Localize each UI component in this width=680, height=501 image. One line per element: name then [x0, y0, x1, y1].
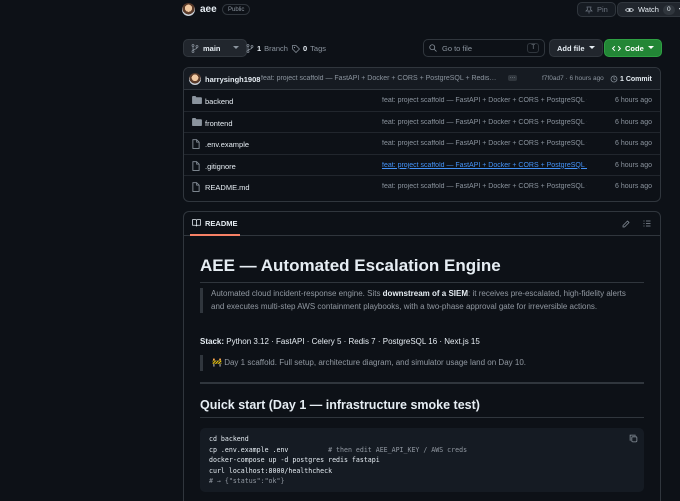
watch-label: Watch [638, 5, 659, 14]
code-line: # → {"status":"ok"} [209, 477, 285, 485]
branch-name: main [203, 43, 221, 53]
readme-blockquote: Automated cloud incident-response engine… [200, 288, 640, 313]
file-icon [192, 182, 200, 192]
commit-count: 1 Commit [620, 75, 652, 83]
tags-link[interactable]: 0 Tags [292, 44, 326, 53]
search-shortcut: T [527, 43, 539, 53]
file-name[interactable]: .gitignore [205, 162, 236, 171]
pin-label: Pin [597, 5, 608, 14]
search-placeholder: Go to file [442, 43, 473, 53]
readme-note: 🚧 Day 1 scaffold. Full setup, architectu… [200, 355, 640, 371]
chevron-down-icon [588, 46, 595, 50]
file-row[interactable]: .env.example feat: project scaffold — Fa… [184, 133, 660, 155]
commit-message[interactable]: feat: project scaffold — FastAPI + Docke… [261, 75, 506, 82]
pencil-icon[interactable] [622, 220, 630, 228]
folder-icon [192, 96, 202, 104]
branches-count: 1 [257, 44, 262, 53]
file-row[interactable]: .gitignore feat: project scaffold — Fast… [184, 155, 660, 176]
file-age: 6 hours ago [615, 97, 652, 104]
code-line: docker-compose up -d postgres redis fast… [209, 456, 380, 464]
watch-button[interactable]: Watch 0 [617, 2, 680, 17]
code-line: cd backend [209, 435, 249, 443]
file-icon [192, 139, 200, 149]
commit-author[interactable]: harrysingh1908 [205, 75, 260, 84]
file-age: 6 hours ago [615, 161, 652, 169]
divider [200, 282, 644, 283]
readme-panel: README AEE — Automated Escalation Engine… [183, 211, 661, 501]
quickstart-heading: Quick start (Day 1 — infrastructure smok… [200, 398, 480, 412]
file-commit-message[interactable]: feat: project scaffold — FastAPI + Docke… [382, 140, 587, 147]
commit-author-avatar[interactable] [189, 73, 201, 85]
stack-label: Stack: [200, 337, 225, 346]
branch-selector-button[interactable]: main [183, 39, 247, 57]
code-line: curl localhost:8000/healthcheck [209, 466, 333, 475]
file-age: 6 hours ago [615, 140, 652, 147]
list-icon[interactable] [643, 220, 651, 227]
tab-readme[interactable]: README [190, 212, 240, 236]
file-row[interactable]: backend feat: project scaffold — FastAPI… [184, 90, 660, 112]
add-file-button[interactable]: Add file [549, 39, 603, 57]
construction-icon: 🚧 [212, 358, 222, 367]
file-table: harrysingh1908 feat: project scaffold — … [183, 67, 661, 202]
file-name[interactable]: .env.example [205, 140, 249, 149]
go-to-file-input[interactable]: Go to file T [423, 39, 545, 57]
copy-icon[interactable] [629, 434, 638, 443]
owner-avatar[interactable] [182, 3, 195, 16]
code-line: cp .env.example .env # then edit AEE_API… [209, 445, 468, 454]
branch-icon [191, 43, 199, 53]
visibility-badge: Public [222, 4, 251, 15]
file-name[interactable]: frontend [205, 119, 233, 128]
readme-tab-label: README [205, 218, 238, 228]
watch-count: 0 [662, 4, 675, 15]
file-name[interactable]: README.md [205, 183, 250, 192]
stack-line: Stack: Python 3.12 · FastAPI · Celery 5 … [200, 337, 480, 346]
file-commit-message[interactable]: feat: project scaffold — FastAPI + Docke… [382, 97, 587, 104]
branches-link[interactable]: 1 Branch [246, 44, 288, 53]
commit-meta[interactable]: f7f0ad7 · 6 hours ago [542, 75, 604, 82]
file-row[interactable]: README.md feat: project scaffold — FastA… [184, 176, 660, 198]
add-file-label: Add file [557, 43, 585, 53]
readme-title: AEE — Automated Escalation Engine [200, 256, 501, 275]
pin-icon [585, 6, 593, 14]
code-block: cd backend cp .env.example .env # then e… [200, 428, 644, 492]
code-button[interactable]: Code [604, 39, 662, 57]
code-label: Code [625, 43, 644, 53]
tags-count: 0 [303, 44, 308, 53]
file-commit-message[interactable]: feat: project scaffold — FastAPI + Docke… [382, 162, 587, 169]
branch-icon [246, 44, 254, 53]
file-age: 6 hours ago [615, 118, 652, 126]
file-name[interactable]: backend [205, 97, 233, 106]
tag-icon [292, 44, 300, 53]
history-icon [610, 75, 618, 83]
pin-button[interactable]: Pin [577, 2, 616, 17]
repo-header: aee Public Pin Watch 0 [0, 0, 680, 22]
eye-icon [625, 6, 634, 14]
latest-commit-row: harrysingh1908 feat: project scaffold — … [184, 68, 660, 90]
folder-icon [192, 117, 202, 126]
divider [200, 382, 644, 384]
quote-bold: downstream of a SIEM [382, 289, 469, 298]
quote-text: Automated cloud incident-response engine… [211, 289, 383, 298]
note-text: Day 1 scaffold. Full setup, architecture… [224, 358, 526, 367]
branches-label: Branch [264, 44, 288, 53]
chevron-down-icon [232, 46, 239, 50]
file-commit-message[interactable]: feat: project scaffold — FastAPI + Docke… [382, 119, 587, 126]
divider [200, 417, 644, 418]
file-icon [192, 160, 200, 171]
commit-expand-button[interactable]: … [508, 74, 517, 81]
chevron-down-icon [647, 46, 654, 50]
repo-name[interactable]: aee [200, 4, 217, 15]
file-row[interactable]: frontend feat: project scaffold — FastAP… [184, 112, 660, 133]
book-icon [192, 219, 201, 227]
search-icon [429, 44, 437, 52]
file-commit-message[interactable]: feat: project scaffold — FastAPI + Docke… [382, 183, 587, 190]
file-age: 6 hours ago [615, 183, 652, 190]
readme-header: README [184, 212, 660, 236]
tags-label: Tags [310, 44, 327, 53]
commit-count-link[interactable]: 1 Commit [610, 75, 652, 83]
stack-value: Python 3.12 · FastAPI · Celery 5 · Redis… [224, 337, 480, 346]
code-icon [612, 45, 621, 52]
